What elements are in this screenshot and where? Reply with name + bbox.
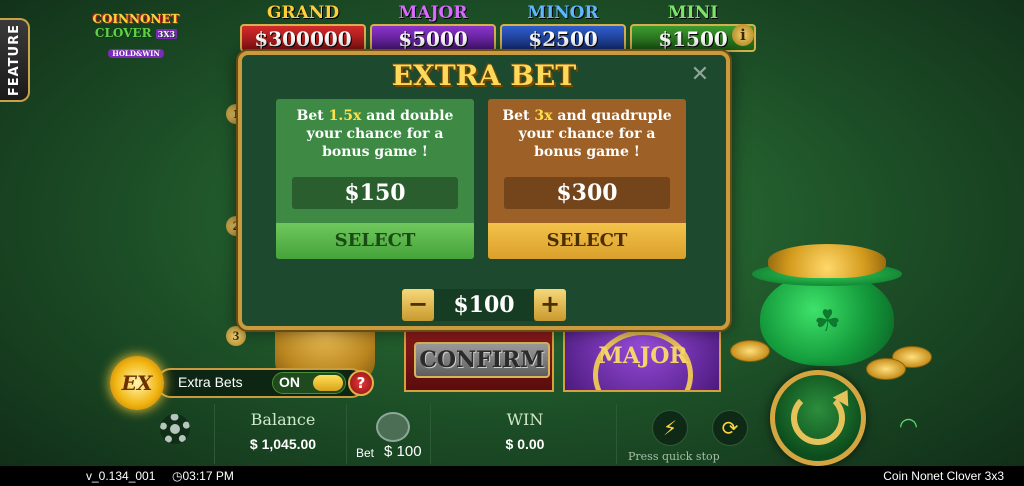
toggle-knob	[313, 375, 343, 391]
select-button[interactable]: SELECT	[488, 223, 686, 259]
toggle-state: ON	[279, 374, 300, 390]
jackpot-grand: GRAND $300000	[240, 2, 366, 52]
win-value: $ 0.00	[505, 436, 545, 452]
coin-pile-icon	[730, 340, 770, 362]
option-description: Bet 3x and quadruple your chance for a b…	[494, 107, 680, 161]
bet-label: Bet	[356, 446, 375, 460]
jackpot-name: GRAND	[266, 3, 340, 23]
hud-divider	[346, 404, 347, 464]
jackpot-name: MINI	[667, 3, 719, 23]
clock: ◷03:17 PM	[172, 469, 234, 483]
coin-stack-icon[interactable]	[376, 412, 410, 442]
pot-gold	[768, 244, 886, 278]
logo-line2-text: CLOVER	[94, 26, 152, 40]
logo-badge: 3X3	[155, 29, 178, 39]
hud-divider	[616, 404, 617, 464]
decrease-bet-button[interactable]: −	[402, 289, 434, 321]
jackpot-name: MINOR	[527, 3, 599, 23]
option-description: Bet 1.5x and double your chance for a bo…	[282, 107, 468, 161]
extra-bet-modal: EXTRA BET ✕ Bet 1.5x and double your cha…	[238, 51, 730, 330]
balance-label: Balance	[250, 410, 316, 429]
balance-value: $ 1,045.00	[249, 436, 317, 452]
game-logo: COINNONET CLOVER 3X3 HOLD&WIN	[90, 12, 182, 58]
wifi-icon: ◠	[900, 414, 917, 439]
major-symbol-text: MAJOR	[593, 332, 693, 390]
bet-stepper: − $100 +	[402, 287, 566, 323]
game-name-text: Coin Nonet Clover 3x3	[883, 469, 1004, 483]
bet-amount-value: $100	[434, 289, 534, 321]
desc-pre: Bet	[296, 108, 329, 124]
jackpot-value: $300000	[240, 24, 366, 52]
extra-bets-toggle[interactable]: ON	[272, 372, 346, 394]
confirm-button[interactable]: CONFIRM	[414, 342, 550, 378]
logo-line3: HOLD&WIN	[108, 49, 164, 58]
autoplay-icon[interactable]: ⟳	[712, 410, 748, 446]
multiplier-text: 1.5x	[328, 108, 362, 124]
time-text: 03:17 PM	[182, 469, 234, 483]
jackpot-value: $5000	[370, 24, 496, 52]
extra-bet-option-3x[interactable]: Bet 3x and quadruple your chance for a b…	[488, 99, 686, 259]
increase-bet-button[interactable]: +	[534, 289, 566, 321]
reel-major-symbol: MAJOR	[563, 330, 721, 392]
bet-value: $ 100	[384, 443, 422, 460]
feature-label: FEATURE	[6, 23, 22, 97]
pot-of-gold-image: ☘	[752, 244, 902, 366]
jackpot-major: MAJOR $5000	[370, 2, 496, 52]
hud-divider	[214, 404, 215, 464]
coin-pile-icon	[866, 358, 906, 380]
option-price: $150	[292, 177, 458, 209]
desc-pre: Bet	[502, 108, 535, 124]
logo-line2: CLOVER 3X3	[90, 26, 182, 41]
modal-title: EXTRA BET	[391, 59, 577, 92]
win-label: WIN	[506, 410, 544, 429]
extra-bets-label: Extra Bets	[178, 374, 243, 390]
quick-stop-label: Press quick stop	[628, 450, 720, 463]
jackpot-bar: GRAND $300000 MAJOR $5000 MINOR $2500 MI…	[240, 2, 756, 52]
option-price: $300	[504, 177, 670, 209]
logo-line1: COINNONET	[92, 12, 180, 26]
close-icon[interactable]: ✕	[688, 63, 712, 87]
jackpot-minor: MINOR $2500	[500, 2, 626, 52]
jackpot-name: MAJOR	[398, 3, 468, 23]
lightning-icon[interactable]: ⚡	[652, 410, 688, 446]
hud-divider	[430, 404, 431, 464]
clock-icon: ◷	[172, 469, 183, 483]
select-button[interactable]: SELECT	[276, 223, 474, 259]
clover-icon: ☘	[814, 304, 841, 339]
jackpot-value: $2500	[500, 24, 626, 52]
gear-icon[interactable]	[160, 414, 190, 444]
feature-tab[interactable]: FEATURE	[0, 18, 30, 102]
spin-button[interactable]	[770, 370, 866, 466]
extra-bet-option-1-5x[interactable]: Bet 1.5x and double your chance for a bo…	[276, 99, 474, 259]
multiplier-text: 3x	[534, 108, 553, 124]
status-footer: v_0.134_001 ◷03:17 PM Coin Nonet Clover …	[0, 466, 1024, 486]
help-icon[interactable]: ?	[348, 370, 374, 396]
info-icon[interactable]: i	[732, 24, 754, 46]
version-text: v_0.134_001	[86, 469, 156, 483]
extra-bet-icon[interactable]: EX	[110, 356, 164, 410]
